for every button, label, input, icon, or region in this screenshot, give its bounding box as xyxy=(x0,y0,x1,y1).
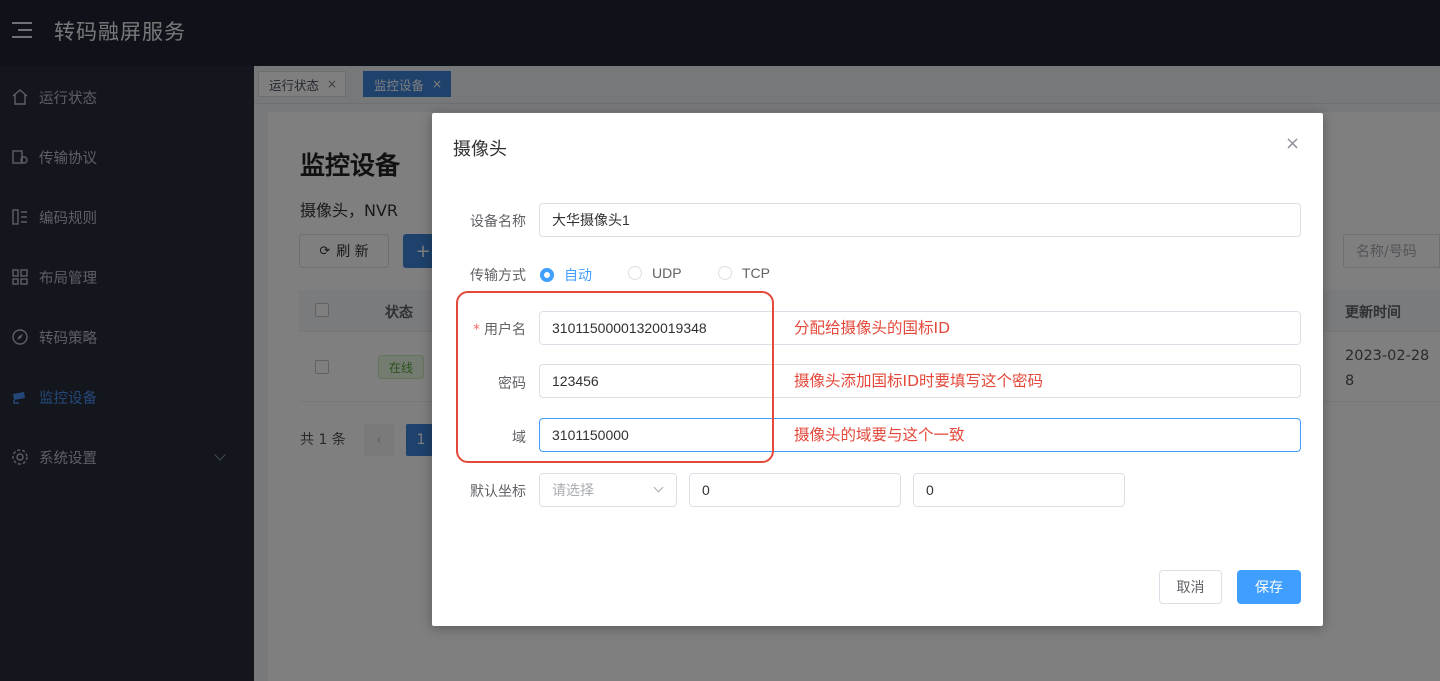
radio-dot xyxy=(628,266,642,280)
coord-y-input[interactable]: 0 xyxy=(913,473,1125,507)
default-coord-label: 默认坐标 xyxy=(470,484,526,500)
device-name-input[interactable]: 大华摄像头1 xyxy=(539,203,1301,237)
camera-dialog: 摄像头 × 设备名称 大华摄像头1 传输方式 自动 UDP TCP * 用户名 3… xyxy=(432,113,1323,626)
annotation-box xyxy=(456,291,774,463)
chevron-down-icon xyxy=(653,482,664,493)
dialog-title: 摄像头 xyxy=(453,139,507,160)
coord-select[interactable]: 请选择 xyxy=(539,473,677,507)
transport-radio-udp[interactable]: UDP xyxy=(628,265,682,281)
radio-dot xyxy=(540,268,554,282)
transport-radio-tcp[interactable]: TCP xyxy=(718,265,770,281)
annotation-username: 分配给摄像头的国标ID xyxy=(794,319,951,337)
transport-label: 传输方式 xyxy=(470,268,526,284)
radio-dot xyxy=(718,266,732,280)
radio-label: TCP xyxy=(742,265,770,281)
coord-x-input[interactable]: 0 xyxy=(689,473,901,507)
cancel-button[interactable]: 取消 xyxy=(1159,570,1222,604)
save-button[interactable]: 保存 xyxy=(1237,570,1301,604)
annotation-domain: 摄像头的域要与这个一致 xyxy=(794,426,965,444)
close-icon[interactable]: × xyxy=(1285,135,1300,153)
coord-select-placeholder: 请选择 xyxy=(552,482,594,498)
radio-label: UDP xyxy=(652,265,682,281)
transport-radio-auto[interactable]: 自动 xyxy=(540,265,592,285)
device-name-label: 设备名称 xyxy=(470,214,526,230)
radio-label: 自动 xyxy=(564,267,592,283)
annotation-password: 摄像头添加国标ID时要填写这个密码 xyxy=(794,372,1044,390)
